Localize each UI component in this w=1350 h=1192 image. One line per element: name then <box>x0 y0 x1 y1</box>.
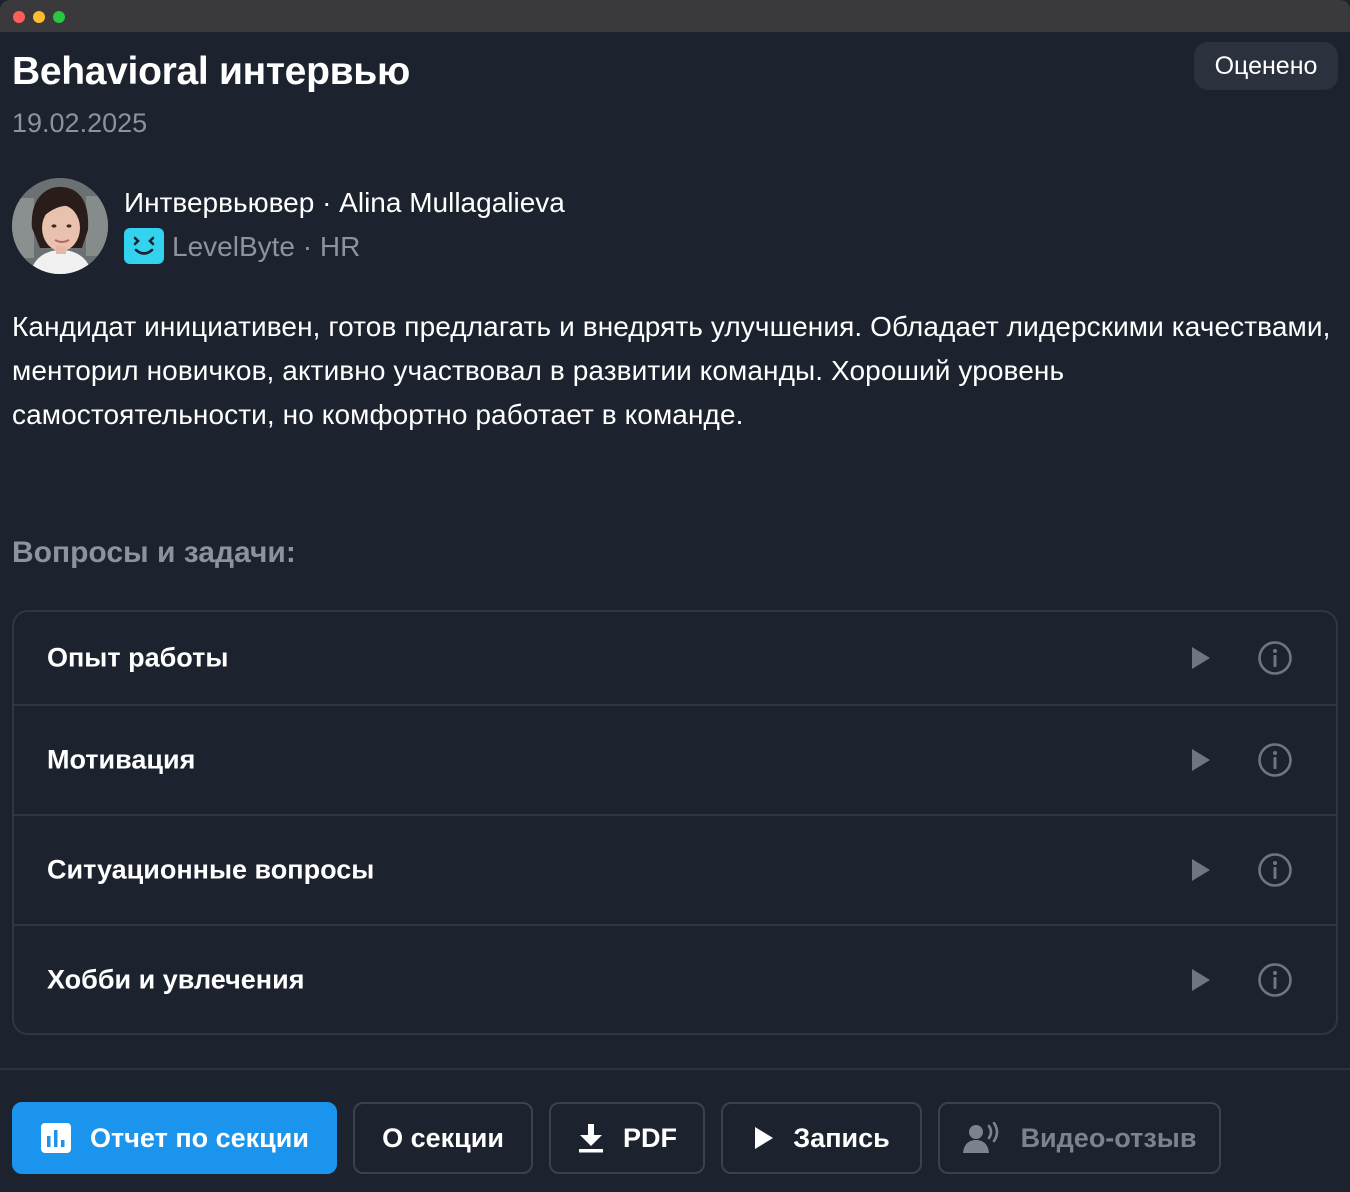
record-button[interactable]: Запись <box>721 1102 922 1174</box>
status-badge: Оценено <box>1194 42 1338 90</box>
info-icon[interactable] <box>1257 852 1293 888</box>
video-feedback-button[interactable]: Видео-отзыв <box>938 1102 1221 1174</box>
play-icon[interactable] <box>1190 645 1212 671</box>
avatar <box>12 178 108 274</box>
play-icon[interactable] <box>1190 857 1212 883</box>
info-icon[interactable] <box>1257 640 1293 676</box>
play-icon <box>755 1127 774 1149</box>
minimize-window-button[interactable] <box>33 11 45 23</box>
questions-list: Опыт работы Мотивация Ситуационные вопро… <box>12 610 1338 1035</box>
section-report-label: Отчет по секции <box>90 1122 309 1153</box>
question-label: Хобби и увлечения <box>47 964 305 995</box>
company-and-role: LevelByte · HR <box>172 231 361 262</box>
info-icon[interactable] <box>1257 742 1293 778</box>
bar-chart-icon <box>41 1123 72 1153</box>
video-feedback-label: Видео-отзыв <box>1020 1122 1197 1153</box>
title-bar <box>0 0 1350 32</box>
interview-summary: Кандидат инициативен, готов предлагать и… <box>12 311 1331 430</box>
about-section-button[interactable]: О секции <box>353 1102 533 1174</box>
avatar-photo-icon <box>12 178 108 274</box>
download-icon <box>579 1124 603 1153</box>
interview-date: 19.02.2025 <box>12 108 148 138</box>
footer-divider <box>0 1068 1350 1070</box>
question-row-motivation[interactable]: Мотивация <box>14 706 1336 816</box>
about-section-label: О секции <box>382 1122 504 1153</box>
app-window: Behavioral интервью 19.02.2025 Оценено И… <box>0 0 1350 1192</box>
voice-person-icon <box>962 1122 998 1153</box>
question-row-experience[interactable]: Опыт работы <box>14 612 1336 706</box>
levelbyte-logo-icon <box>124 228 164 264</box>
zoom-window-button[interactable] <box>53 11 65 23</box>
question-row-hobbies[interactable]: Хобби и увлечения <box>14 926 1336 1033</box>
play-icon[interactable] <box>1190 747 1212 773</box>
page-title: Behavioral интервью <box>12 50 410 93</box>
question-label: Опыт работы <box>47 642 229 673</box>
section-report-button[interactable]: Отчет по секции <box>12 1102 337 1174</box>
pdf-label: PDF <box>623 1122 677 1153</box>
questions-heading: Вопросы и задачи: <box>12 536 296 569</box>
pdf-download-button[interactable]: PDF <box>549 1102 705 1174</box>
close-window-button[interactable] <box>13 11 25 23</box>
play-icon[interactable] <box>1190 967 1212 993</box>
question-label: Ситуационные вопросы <box>47 854 375 885</box>
question-row-situational[interactable]: Ситуационные вопросы <box>14 816 1336 926</box>
interviewer-name: Интвервьювер · Alina Mullagalieva <box>124 187 565 218</box>
record-label: Запись <box>793 1122 890 1153</box>
question-label: Мотивация <box>47 744 196 775</box>
info-icon[interactable] <box>1257 962 1293 998</box>
